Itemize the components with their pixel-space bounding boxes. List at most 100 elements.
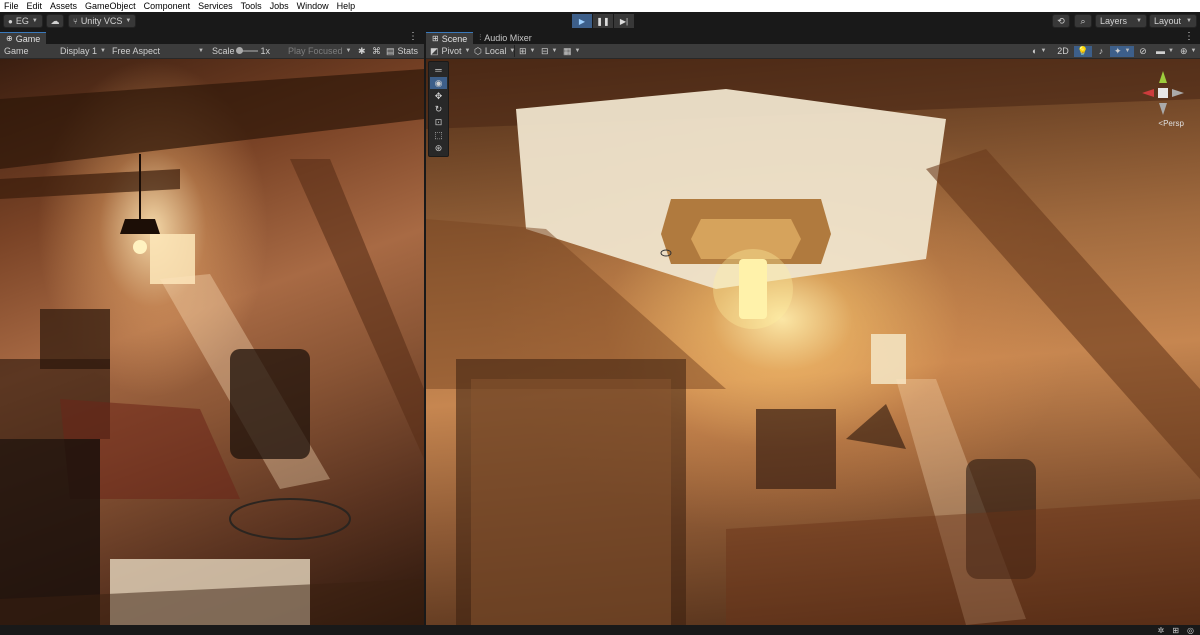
status-bar: ✲ ⊞ ◎ xyxy=(0,625,1200,635)
aspect-dropdown[interactable]: Free Aspect ▼ xyxy=(108,46,208,56)
play-icon: ▶ xyxy=(578,16,586,26)
menu-services[interactable]: Services xyxy=(194,0,237,12)
gamepad-icon: ⊕ xyxy=(6,33,13,43)
effects-icon: ✦ xyxy=(1114,45,1122,56)
cloud-button[interactable]: ☁ xyxy=(46,14,64,28)
history-icon: ⟲ xyxy=(1057,15,1065,26)
audio-toggle[interactable]: ♪ xyxy=(1092,46,1110,56)
orientation-gizmo[interactable] xyxy=(1138,67,1188,127)
vcs-dropdown[interactable]: ⑂ Unity VCS ▼ xyxy=(68,14,137,28)
chevron-down-icon: ▼ xyxy=(551,48,558,54)
game-mode-dropdown[interactable]: Game xyxy=(0,46,56,56)
progress-icon[interactable]: ✲ xyxy=(1158,626,1165,635)
network-icon[interactable]: ⊞ xyxy=(1172,626,1179,635)
step-button[interactable]: ▶| xyxy=(614,14,634,28)
aspect-label: Free Aspect xyxy=(112,46,161,56)
chevron-down-icon: ▼ xyxy=(574,48,581,54)
transform-tool-button[interactable]: ⊛ xyxy=(430,142,447,154)
stats-button[interactable]: ▤ Stats xyxy=(382,46,422,57)
game-panel: ⊕ Game ⋮ Game Display 1 ▼ Free Aspect ▼ … xyxy=(0,31,424,625)
scene-viewport[interactable] xyxy=(426,59,1200,625)
projection-label[interactable]: <Persp xyxy=(1158,119,1184,128)
tab-audio-mixer[interactable]: ⫶ Audio Mixer xyxy=(473,32,538,44)
pause-icon: ❚❚ xyxy=(596,16,610,26)
display-label: Display 1 xyxy=(60,46,98,56)
view-tool-button[interactable]: ◉ xyxy=(430,77,447,89)
grid-snap-icon: ⊞ xyxy=(519,45,527,56)
menu-jobs[interactable]: Jobs xyxy=(266,0,293,12)
snap-increment-dropdown[interactable]: ⊟ ▼ xyxy=(537,46,559,57)
step-icon: ▶| xyxy=(619,16,629,26)
chevron-down-icon: ▼ xyxy=(345,48,352,54)
menu-component[interactable]: Component xyxy=(140,0,195,12)
shading-mode-dropdown[interactable]: ◐ ▼ xyxy=(1028,46,1052,56)
scale-tool-button[interactable]: ⊡ xyxy=(430,116,447,128)
chevron-down-icon: ▼ xyxy=(1124,48,1131,54)
move-icon: ✥ xyxy=(434,90,443,101)
grid-snap-dropdown[interactable]: ⊞ ▼ xyxy=(515,46,537,57)
history-button[interactable]: ⟲ xyxy=(1052,14,1070,28)
scene-subbar: ◩ Pivot ▼ ⬡ Local ▼ ⊞ ▼ ⊟ ▼ ▦ ▼ ◐ ▼ 2D 💡 ♪ ✦… xyxy=(426,44,1200,58)
menu-file[interactable]: File xyxy=(0,0,23,12)
rect-tool-button[interactable]: ⬚ xyxy=(430,129,447,141)
scale-slider-track[interactable] xyxy=(235,47,258,54)
lighting-toggle[interactable]: 💡 xyxy=(1074,45,1092,57)
display-dropdown[interactable]: Display 1 ▼ xyxy=(56,46,108,56)
play-focused-label: Play Focused xyxy=(288,46,343,56)
menu-edit[interactable]: Edit xyxy=(23,0,47,12)
stats-label: Stats xyxy=(397,46,419,56)
menu-tools[interactable]: Tools xyxy=(237,0,266,12)
stats-icon: ▤ xyxy=(386,45,395,56)
chevron-down-icon: ▼ xyxy=(1136,18,1142,24)
play-focused-dropdown[interactable]: Play Focused ▼ xyxy=(284,46,354,56)
scale-value: 1x xyxy=(260,46,271,56)
shortcuts-icon: ⌘ xyxy=(372,45,381,56)
play-controls: ▶ ❚❚ ▶| xyxy=(572,14,634,28)
chevron-down-icon: ▼ xyxy=(100,48,106,54)
pivot-dropdown[interactable]: ◩ Pivot ▼ xyxy=(426,46,470,57)
pause-button[interactable]: ❚❚ xyxy=(593,14,613,28)
overlay-dropdown[interactable]: ▦ ▼ xyxy=(559,46,581,57)
layers-dropdown[interactable]: Layers ▼ xyxy=(1095,14,1147,28)
grid-icon: ⊞ xyxy=(432,33,439,43)
toggle-2d-button[interactable]: 2D xyxy=(1052,46,1074,56)
more-options-icon[interactable]: ⋮ xyxy=(408,31,418,43)
chevron-down-icon: ▼ xyxy=(125,18,132,24)
camera-dropdown[interactable]: ▬ ▼ xyxy=(1152,46,1176,56)
game-viewport[interactable] xyxy=(0,59,424,625)
account-dropdown[interactable]: ● EG ▼ xyxy=(3,14,43,28)
pivot-icon: ◩ xyxy=(430,45,439,56)
move-tool-button[interactable]: ✥ xyxy=(430,90,447,102)
menu-help[interactable]: Help xyxy=(333,0,360,12)
tools-drag-handle[interactable]: ═ xyxy=(430,64,447,76)
scale-slider[interactable]: Scale 1x xyxy=(208,46,284,56)
scene-tools-strip: ═ ◉ ✥ ↻ ⊡ ⬚ ⊛ xyxy=(428,61,449,157)
mixer-icon: ⫶ xyxy=(479,33,482,42)
scale-label: Scale xyxy=(212,46,235,56)
more-options-icon[interactable]: ⋮ xyxy=(1184,31,1194,43)
menu-gameobject[interactable]: GameObject xyxy=(81,0,140,12)
tab-scene[interactable]: ⊞ Scene xyxy=(426,32,474,44)
scale-slider-handle[interactable] xyxy=(235,47,243,54)
local-dropdown[interactable]: ⬡ Local ▼ xyxy=(470,46,515,57)
mute-audio-button[interactable]: ✱ xyxy=(354,46,368,57)
search-button[interactable]: ⌕ xyxy=(1074,14,1092,28)
rotate-tool-button[interactable]: ↻ xyxy=(430,103,447,115)
game-subbar: Game Display 1 ▼ Free Aspect ▼ Scale 1x … xyxy=(0,44,424,58)
gizmos-dropdown[interactable]: ⊕ ▼ xyxy=(1176,46,1200,57)
visibility-toggle[interactable]: ⊘ xyxy=(1134,46,1152,57)
overlay-icon: ▦ xyxy=(563,45,572,56)
scene-tab-row: ⊞ Scene ⫶ Audio Mixer ⋮ xyxy=(426,31,1200,44)
camera-icon: ▬ xyxy=(1156,46,1165,56)
layout-dropdown[interactable]: Layout ▼ xyxy=(1149,14,1197,28)
debug-icon[interactable]: ◎ xyxy=(1187,626,1194,635)
effects-dropdown[interactable]: ✦ ▼ xyxy=(1110,45,1134,57)
menu-bar: File Edit Assets GameObject Component Se… xyxy=(0,0,1200,12)
menu-window[interactable]: Window xyxy=(293,0,333,12)
menu-assets[interactable]: Assets xyxy=(46,0,81,12)
tab-game[interactable]: ⊕ Game xyxy=(0,32,47,44)
vcs-label: Unity VCS xyxy=(80,16,123,26)
scene-render xyxy=(426,59,1200,625)
play-button[interactable]: ▶ xyxy=(572,14,592,28)
shortcuts-button[interactable]: ⌘ xyxy=(368,46,382,57)
